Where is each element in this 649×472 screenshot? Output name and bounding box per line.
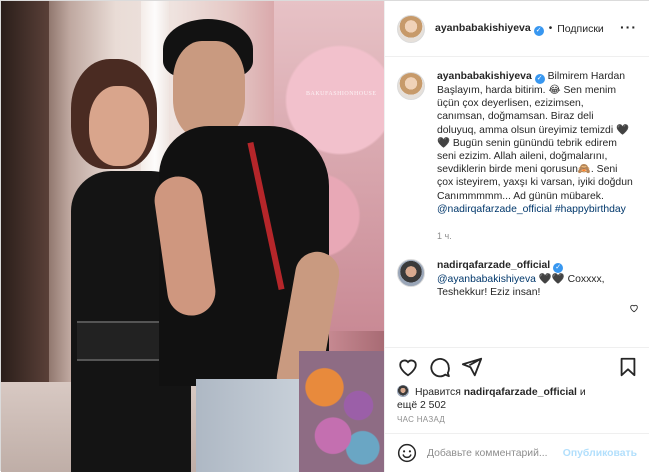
post-side-panel: ayanbabakishiyeva ✓ • Подписки ··· ayanba… [384,1,649,472]
bookmark-icon[interactable] [617,356,639,378]
liker-username[interactable]: nadirqafarzade_official [464,387,577,398]
likes-summary: Нравится nadirqafarzade_official и ещё 2… [397,385,641,412]
liker-avatar[interactable] [397,385,409,397]
comment-body: nadirqafarzade_official ✓ @ayanbabakishiy… [437,259,633,299]
comment-bubble-icon[interactable] [429,356,451,378]
author-username-text[interactable]: ayanbabakishiyeva [435,22,531,34]
comment-mention-link[interactable]: @ayanbabakishiyeva [437,274,536,285]
heart-icon[interactable] [397,356,419,378]
comment-like-heart-icon[interactable] [629,303,639,313]
comments-section: ayanbabakishiyeva ✓ Bilmirem Hardan Başla… [385,58,649,346]
photo-woman-face [89,86,149,166]
likes-prefix: Нравится [415,387,461,398]
paper-plane-icon[interactable] [461,356,483,378]
more-options-icon[interactable]: ··· [620,19,637,35]
commenter-avatar[interactable] [397,259,425,288]
publish-button[interactable]: Опубликовать [563,448,637,459]
likes-and: и [579,387,586,398]
author-username[interactable]: ayanbabakishiyeva ✓ [435,22,544,36]
caption-author[interactable]: ayanbabakishiyeva [437,71,532,82]
post-timestamp[interactable]: ЧАС НАЗАД [397,415,445,424]
commenter-username[interactable]: nadirqafarzade_official [437,260,550,271]
author-avatar[interactable] [397,14,425,43]
comment-input[interactable] [427,447,577,459]
photo-watermark: BAKUFASHIONHOUSE [306,91,377,97]
smiley-icon[interactable] [397,443,417,463]
post-actions-bar [385,347,649,385]
comment-item: nadirqafarzade_official ✓ @ayanbabakishiy… [397,259,639,299]
caption-hashtag-link[interactable]: #happybirthday [555,204,626,215]
caption-mention-link[interactable]: @nadirqafarzade_official [437,204,552,215]
photo-man-jeans [196,379,306,472]
post-header: ayanbabakishiyeva ✓ • Подписки ··· [385,1,649,57]
header-separator: • [548,23,553,34]
caption-text: Bilmirem Hardan Başlayım, harda bitirim.… [437,71,633,202]
likes-more-count[interactable]: ещё 2 502 [397,400,446,411]
caption-time[interactable]: 1 ч. [437,230,633,243]
verified-badge-icon: ✓ [533,25,544,36]
following-button[interactable]: Подписки [557,23,604,35]
photo-man-face [173,41,245,139]
verified-badge-icon: ✓ [553,263,564,274]
caption: ayanbabakishiyeva ✓ Bilmirem Hardan Başla… [397,70,639,243]
verified-badge-icon: ✓ [534,74,545,84]
add-comment-bar: Опубликовать [385,433,649,472]
caption-author-avatar[interactable] [397,72,425,100]
caption-body: ayanbabakishiyeva ✓ Bilmirem Hardan Başla… [437,70,633,243]
instagram-post-modal: BAKUFASHIONHOUSE ayanbabakishiyeva ✓ • По… [0,0,649,472]
post-photo[interactable]: BAKUFASHIONHOUSE [1,1,384,472]
photo-flower-bouquet [299,351,384,472]
